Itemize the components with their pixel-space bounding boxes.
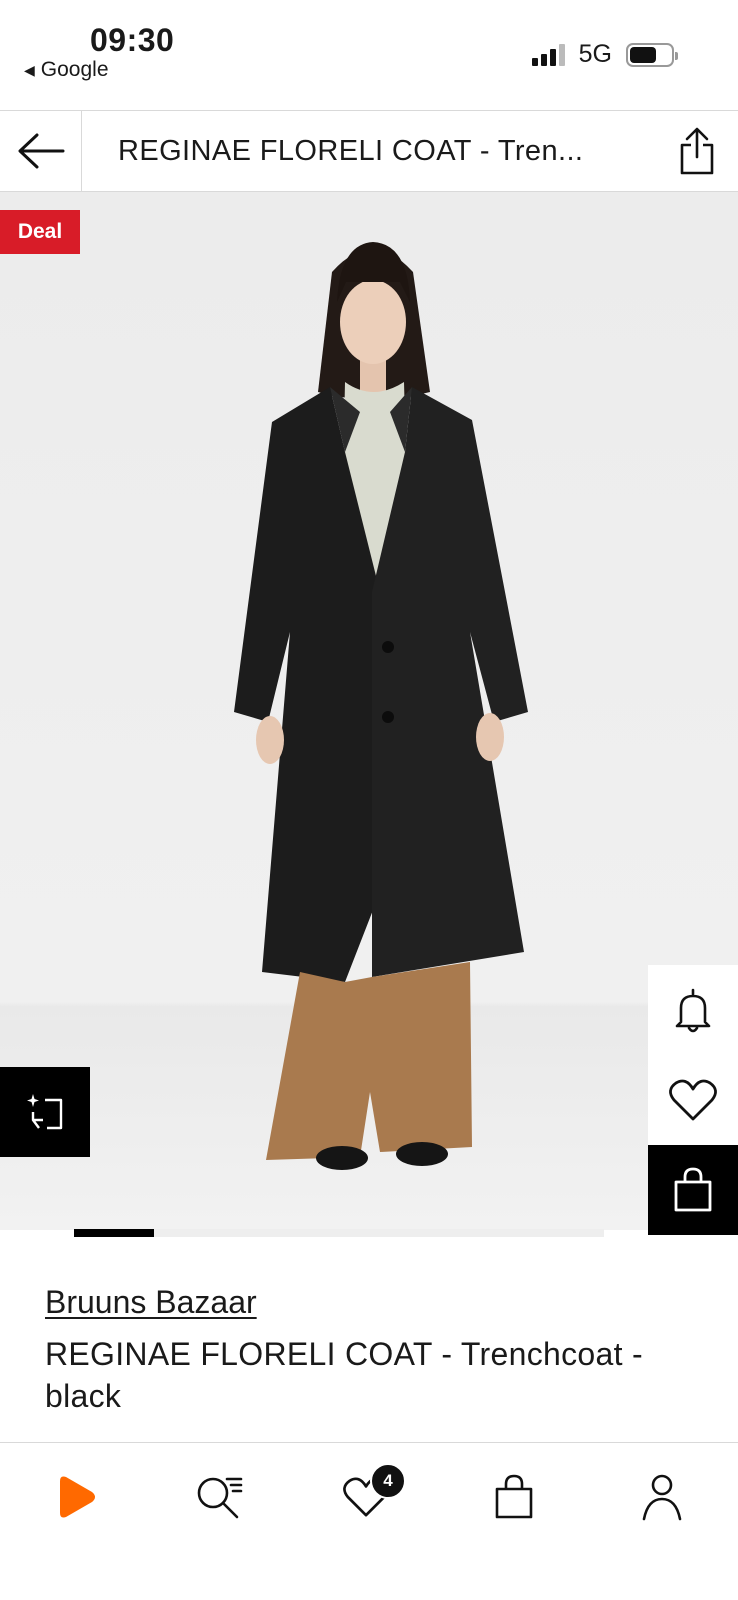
product-image-gallery[interactable]: Deal xyxy=(0,192,738,1230)
product-name: REGINAE FLORELI COAT - Trenchcoat - blac… xyxy=(45,1336,643,1414)
share-icon xyxy=(680,127,714,175)
battery-icon xyxy=(626,42,678,67)
status-indicators: 5G xyxy=(531,40,678,69)
nav-home[interactable] xyxy=(46,1467,106,1527)
status-bar: 09:30 ◀ Google 5G xyxy=(0,0,738,110)
sparkle-frame-icon xyxy=(27,1094,63,1130)
notify-button[interactable] xyxy=(648,965,738,1055)
network-type: 5G xyxy=(578,40,612,68)
top-app-bar: REGINAE FLORELI COAT - Tren... xyxy=(0,110,738,192)
shopping-bag-icon xyxy=(495,1474,533,1519)
share-button[interactable] xyxy=(656,111,738,191)
virtual-try-on-button[interactable] xyxy=(0,1067,90,1157)
signal-strength-icon xyxy=(531,43,565,66)
status-time: 09:30 xyxy=(90,22,175,58)
nav-account[interactable] xyxy=(632,1467,692,1527)
nav-wishlist[interactable]: 4 xyxy=(336,1463,406,1527)
wishlist-count-badge: 4 xyxy=(370,1463,406,1499)
nav-search[interactable] xyxy=(190,1467,250,1527)
back-button[interactable] xyxy=(0,111,82,191)
wishlist-button[interactable] xyxy=(648,1055,738,1145)
page-title: REGINAE FLORELI COAT - Tren... xyxy=(118,134,584,167)
nav-bag[interactable] xyxy=(484,1467,544,1527)
brand-link[interactable]: Bruuns Bazaar xyxy=(45,1284,257,1321)
gallery-pagination[interactable] xyxy=(74,1229,604,1237)
deal-badge: Deal xyxy=(0,210,80,254)
shopping-bag-icon xyxy=(674,1167,712,1212)
bell-icon xyxy=(675,988,711,1033)
add-to-bag-button[interactable] xyxy=(648,1145,738,1235)
zalando-play-logo-icon xyxy=(60,1476,95,1518)
product-actions xyxy=(648,965,738,1235)
back-triangle-icon: ◀ xyxy=(24,61,35,78)
bottom-navigation: 4 xyxy=(0,1442,738,1600)
user-icon xyxy=(642,1474,682,1521)
back-app-label: Google xyxy=(40,58,109,81)
arrow-left-icon xyxy=(18,133,64,169)
back-to-app-link[interactable]: ◀ Google xyxy=(24,58,109,82)
heart-icon xyxy=(669,1079,717,1121)
search-list-icon xyxy=(197,1477,243,1519)
gallery-pagination-active xyxy=(74,1229,154,1237)
product-photo-model xyxy=(234,242,528,1170)
